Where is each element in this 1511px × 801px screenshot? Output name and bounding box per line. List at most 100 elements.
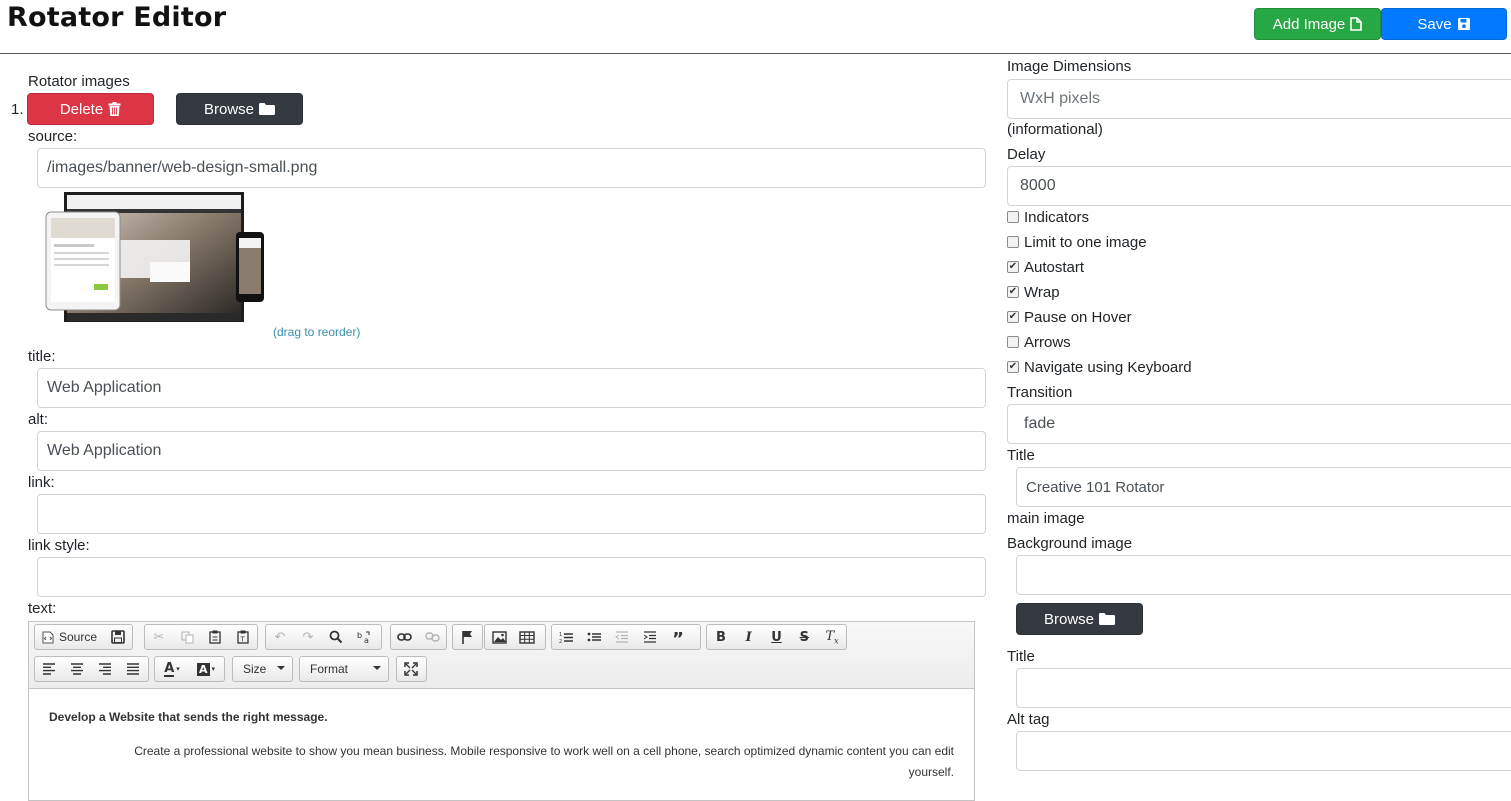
option-label: Autostart <box>1024 259 1085 276</box>
option-label: Indicators <box>1024 209 1090 226</box>
background-color-button[interactable]: A ▾ <box>189 657 223 681</box>
unlink-icon <box>425 632 440 642</box>
option-checkbox[interactable]: ✔ <box>1007 361 1019 373</box>
source-label: source: <box>28 128 78 145</box>
option-label: Wrap <box>1024 284 1060 301</box>
floppy-disk-icon <box>111 630 125 644</box>
editor-paragraph-line-1: Create a professional website to show yo… <box>134 744 954 758</box>
cut-button[interactable]: ✂ <box>145 625 173 649</box>
delay-input[interactable]: 8000 <box>1007 166 1511 206</box>
justify-icon <box>127 663 139 675</box>
align-center-button[interactable] <box>63 657 91 681</box>
maximize-button[interactable] <box>397 657 425 681</box>
anchor-button[interactable] <box>453 625 481 649</box>
blockquote-button[interactable]: ” <box>664 625 692 649</box>
text-color-button[interactable]: A ▾ <box>155 657 189 681</box>
browse-button[interactable]: Browse <box>176 93 303 125</box>
link-input[interactable] <box>37 494 986 534</box>
bold-button[interactable]: B <box>707 625 735 649</box>
rotator-title-input[interactable]: Creative 101 Rotator <box>1016 467 1511 507</box>
basic-styles-group: B I U S Tx <box>706 624 847 650</box>
underline-button[interactable]: U <box>763 625 791 649</box>
folder-icon <box>1099 613 1116 625</box>
editor-paragraph-line-2: yourself. <box>908 765 954 779</box>
justify-button[interactable] <box>119 657 147 681</box>
italic-button[interactable]: I <box>735 625 763 649</box>
size-dropdown[interactable]: Size <box>232 656 293 682</box>
magnifier-icon <box>329 630 343 644</box>
source-button[interactable]: Source <box>35 630 104 644</box>
align-center-icon <box>71 663 83 675</box>
background-image-input[interactable] <box>1016 555 1511 595</box>
option-label: Navigate using Keyboard <box>1024 359 1192 376</box>
paste-text-button[interactable]: T <box>229 625 257 649</box>
background-browse-button[interactable]: Browse <box>1016 603 1143 635</box>
option-checkbox[interactable]: ✔ <box>1007 286 1019 298</box>
document-group: Source <box>34 624 133 650</box>
unlink-button[interactable] <box>419 625 447 649</box>
alt-tag-input[interactable] <box>1016 731 1511 771</box>
flag-icon <box>462 631 472 644</box>
anchor-group <box>452 624 483 650</box>
undo-group: ↶ ↷ ba <box>265 624 382 650</box>
image-dimensions-input[interactable]: WxH pixels <box>1007 79 1511 119</box>
browse-label: Browse <box>203 100 255 118</box>
table-button[interactable] <box>513 625 541 649</box>
clipboard-group: ✂ T <box>144 624 258 650</box>
undo-button[interactable]: ↶ <box>266 625 294 649</box>
list-group: 12 ” <box>551 624 701 650</box>
page-title: Rotator Editor <box>7 2 227 33</box>
remove-format-button[interactable]: Tx <box>818 625 846 649</box>
title-input[interactable]: Web Application <box>37 368 986 408</box>
outdent-button[interactable] <box>608 625 636 649</box>
svg-text:a: a <box>364 636 369 644</box>
size-dropdown-label: Size <box>243 662 267 676</box>
copy-icon <box>181 631 193 643</box>
transition-select[interactable]: fade <box>1007 404 1511 444</box>
align-left-button[interactable] <box>35 657 63 681</box>
format-dropdown[interactable]: Format <box>299 656 389 682</box>
link-style-input[interactable] <box>37 557 986 597</box>
alt-tag-label: Alt tag <box>1007 711 1050 728</box>
save-button[interactable]: Save <box>1381 8 1507 40</box>
numbered-list-icon: 12 <box>559 632 573 644</box>
align-right-button[interactable] <box>91 657 119 681</box>
option-checkbox[interactable]: ✔ <box>1007 311 1019 323</box>
delete-button[interactable]: Delete <box>27 93 154 125</box>
option-label: Limit to one image <box>1024 234 1147 251</box>
insert-link-button[interactable] <box>391 625 419 649</box>
image-icon <box>491 630 507 644</box>
find-button[interactable] <box>322 625 350 649</box>
header-divider <box>0 53 1511 54</box>
alt-input[interactable]: Web Application <box>37 431 986 471</box>
add-image-button[interactable]: Add Image <box>1254 8 1381 40</box>
option-checkbox[interactable]: ✔ <box>1007 261 1019 273</box>
replace-button[interactable]: ba <box>350 625 378 649</box>
save-label: Save <box>1417 15 1452 33</box>
source-input[interactable]: /images/banner/web-design-small.png <box>37 148 986 188</box>
option-checkbox[interactable] <box>1007 236 1019 248</box>
format-dropdown-label: Format <box>310 662 349 676</box>
numbered-list-button[interactable]: 12 <box>552 625 580 649</box>
option-checkbox[interactable] <box>1007 211 1019 223</box>
strikethrough-button[interactable]: S <box>790 625 818 649</box>
indent-button[interactable] <box>636 625 664 649</box>
copy-button[interactable] <box>173 625 201 649</box>
add-image-label: Add Image <box>1272 15 1346 33</box>
scissors-icon: ✂ <box>153 629 165 645</box>
banner-thumbnail[interactable] <box>40 190 270 326</box>
redo-button[interactable]: ↷ <box>294 625 322 649</box>
rotator-images-label: Rotator images <box>28 73 130 90</box>
link-label: link: <box>28 474 55 491</box>
editor-heading: Develop a Website that sends the right m… <box>49 710 328 724</box>
image-button[interactable] <box>485 625 513 649</box>
paste-button[interactable] <box>201 625 229 649</box>
option-checkbox[interactable] <box>1007 336 1019 348</box>
item-number: 1. <box>11 101 24 118</box>
svg-text:T: T <box>240 636 246 644</box>
bulleted-list-icon <box>587 632 601 641</box>
background-title-input[interactable] <box>1016 668 1511 708</box>
save-editor-button[interactable] <box>104 625 132 649</box>
bulleted-list-button[interactable] <box>580 625 608 649</box>
redo-icon: ↷ <box>302 629 314 645</box>
